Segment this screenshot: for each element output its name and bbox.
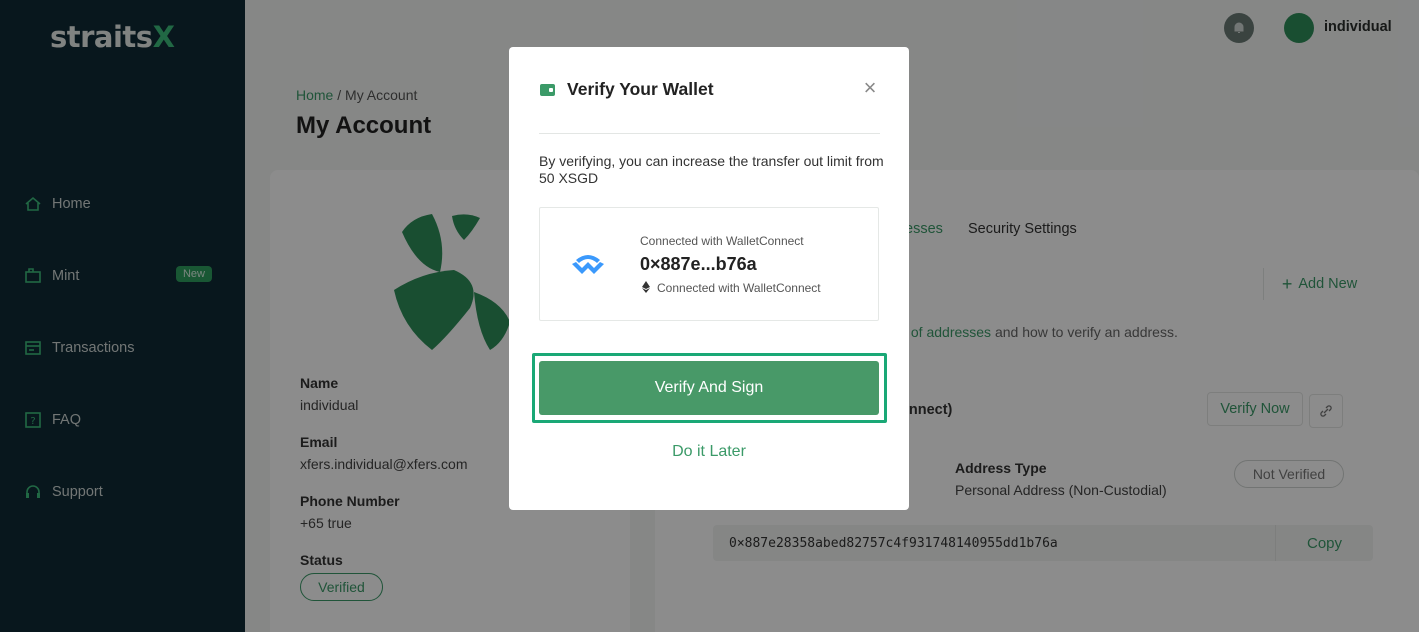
connected-with-text: Connected with WalletConnect <box>640 234 804 248</box>
modal-title: Verify Your Wallet <box>567 79 714 99</box>
connected-with-subtext: Connected with WalletConnect <box>657 281 821 295</box>
connected-wallet-card: Connected with WalletConnect 0×887e...b7… <box>539 207 879 321</box>
wallet-address-short: 0×887e...b76a <box>640 254 757 274</box>
verify-wallet-modal: Verify Your Wallet × By verifying, you c… <box>509 47 909 510</box>
do-it-later-button[interactable]: Do it Later <box>639 441 779 463</box>
close-icon[interactable]: × <box>859 75 881 100</box>
ethereum-icon <box>642 281 650 293</box>
verify-and-sign-button[interactable]: Verify And Sign <box>539 361 879 415</box>
wallet-icon <box>540 84 555 96</box>
walletconnect-icon <box>572 255 604 274</box>
modal-description: By verifying, you can increase the trans… <box>539 153 884 186</box>
modal-divider <box>539 133 880 134</box>
